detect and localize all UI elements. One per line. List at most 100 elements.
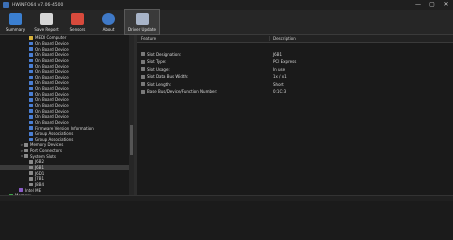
device-icon	[29, 171, 33, 175]
device-icon	[29, 64, 33, 68]
details-panel: Feature Description Slot Designation: J6B…	[137, 35, 453, 195]
device-icon	[29, 58, 33, 63]
property-icon	[141, 74, 145, 79]
device-icon	[29, 165, 33, 170]
tree-item-label: Intel ME	[25, 187, 42, 193]
tree-item-label: On Board Device	[35, 108, 69, 114]
device-icon	[29, 160, 33, 164]
device-icon	[29, 103, 33, 108]
detail-feature: Slot Length:	[137, 82, 270, 87]
detail-row[interactable]: Base Bus/Device/Function Number: 0:1C:3	[137, 88, 453, 96]
driver-update-icon	[135, 13, 149, 25]
detail-row[interactable]: Slot Data Bus Width: 1x / x1	[137, 73, 453, 81]
tree-item-label: Port Connectors	[30, 148, 62, 154]
detail-row[interactable]: Slot Type: PCI Express	[137, 58, 453, 66]
description-column-header[interactable]: Description	[270, 36, 296, 41]
device-icon	[29, 126, 33, 130]
detail-row[interactable]: Slot Designation: J6B1	[137, 51, 453, 59]
save-report-icon	[40, 13, 53, 25]
device-icon	[29, 36, 33, 40]
tree-item-label: On Board Device	[35, 119, 69, 125]
device-icon	[29, 114, 33, 119]
save-report-button[interactable]: Save Report	[31, 10, 62, 34]
detail-value: J6B1	[273, 51, 283, 57]
toolbar: Summary Save Report Sensors About Driver…	[0, 9, 453, 35]
tree-item-label: On Board Device	[35, 40, 69, 46]
details-rows: Slot Designation: J6B1 Slot Type: PCI Expre…	[137, 43, 453, 96]
detail-feature-text: Slot Type:	[147, 59, 167, 65]
sensors-button[interactable]: Sensors	[62, 10, 93, 34]
tree-item-label: On Board Device	[35, 46, 69, 52]
detail-feature-text: Base Bus/Device/Function Number:	[147, 89, 218, 95]
detail-feature-text: Slot Data Bus Width:	[147, 74, 189, 80]
window-title: HWiNFO64 v7.06-4500	[12, 2, 64, 8]
tree-item-label: Group Associations	[35, 131, 74, 137]
about-button[interactable]: About	[93, 10, 124, 34]
detail-feature: Slot Designation:	[137, 52, 270, 57]
detail-row[interactable]	[137, 43, 453, 51]
tree-scrollbar-thumb[interactable]	[130, 125, 133, 155]
sensors-label: Sensors	[69, 27, 86, 32]
tree-item-label: Group Associations	[35, 136, 74, 142]
tree-item-label: J6D1	[35, 170, 45, 176]
tree-item-label: On Board Device	[35, 69, 69, 75]
property-icon	[141, 82, 145, 87]
device-icon	[19, 188, 23, 192]
tree-item-label: J7B1	[35, 176, 45, 182]
summary-label: Summary	[5, 27, 26, 32]
detail-row[interactable]: Slot Usage: In use	[137, 66, 453, 74]
detail-feature-text: Slot Designation:	[147, 51, 182, 57]
detail-value: PCI Express	[273, 59, 297, 65]
device-icon	[29, 182, 33, 187]
title-bar: HWiNFO64 v7.06-4500 — ▢ ✕	[0, 0, 453, 10]
about-label: About	[102, 27, 115, 32]
minimize-button[interactable]: —	[411, 0, 425, 10]
device-icon	[29, 41, 33, 46]
property-icon	[141, 67, 145, 72]
property-icon	[141, 89, 145, 94]
detail-value: 0:1C:3	[273, 89, 287, 95]
maximize-button[interactable]: ▢	[425, 0, 439, 10]
device-icon	[29, 131, 33, 136]
detail-feature: Slot Data Bus Width:	[137, 74, 270, 79]
property-icon	[141, 52, 145, 57]
close-button[interactable]: ✕	[439, 0, 453, 10]
tree-item-label: On Board Device	[35, 52, 69, 58]
driver-update-button[interactable]: Driver Update	[124, 9, 160, 35]
detail-feature-text: Slot Length:	[147, 81, 172, 87]
tree-item-label: J8B4	[35, 181, 45, 187]
device-icon	[29, 120, 33, 125]
device-icon	[29, 86, 33, 91]
tree-item-label: On Board Device	[35, 91, 69, 97]
tree-item-label: On Board Device	[35, 63, 69, 69]
device-icon	[29, 47, 33, 51]
device-icon	[29, 177, 33, 181]
detail-row[interactable]: Slot Length: Short	[137, 81, 453, 89]
device-tree: MEDI Computer On Board Device On Board Dev…	[0, 35, 129, 195]
property-icon	[141, 59, 145, 64]
device-icon	[29, 109, 33, 113]
tree-item-label: Firmware Version Information	[35, 125, 94, 131]
status-bar	[0, 195, 453, 201]
device-icon	[29, 98, 33, 102]
device-icon	[24, 154, 28, 159]
app-icon	[3, 2, 9, 8]
info-icon	[102, 13, 115, 25]
tree-item-label: On Board Device	[35, 80, 69, 86]
tree-item-label: J6B1	[35, 165, 45, 171]
device-icon	[29, 92, 33, 97]
driver-update-label: Driver Update	[127, 27, 157, 32]
device-icon	[24, 148, 28, 153]
tree-item-label: On Board Device	[35, 114, 69, 120]
detail-value: Short	[273, 81, 284, 87]
tree-item-label: On Board Device	[35, 86, 69, 92]
detail-feature-text: Slot Usage:	[147, 66, 170, 72]
feature-column-header[interactable]: Feature	[137, 36, 270, 41]
device-icon	[29, 69, 33, 74]
tree-item-label: Memory Devices	[30, 142, 64, 148]
tree-item-label: On Board Device	[35, 103, 69, 108]
device-icon	[29, 52, 33, 57]
device-icon	[29, 137, 33, 142]
monitor-icon	[9, 13, 22, 25]
summary-button[interactable]: Summary	[0, 10, 31, 34]
